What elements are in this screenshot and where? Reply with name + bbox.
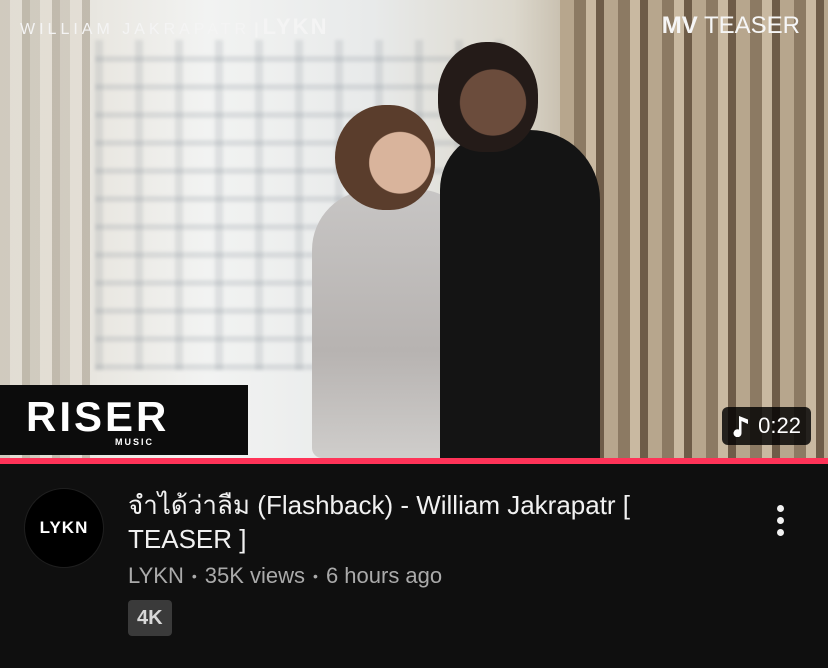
thumbnail-artist-name: WILLIAM JAKRAPATR	[20, 21, 251, 38]
video-thumbnail[interactable]: WILLIAM JAKRAPATR | LYKN MV TEASER RISER M…	[0, 0, 828, 458]
thumbnail-label-logo: RISER MUSIC	[0, 385, 248, 455]
upload-age: 6 hours ago	[325, 563, 443, 588]
view-count: 35K views	[204, 563, 306, 588]
kebab-dot-icon	[776, 516, 784, 524]
channel-avatar-logo: LYKN	[39, 518, 89, 537]
metadata-separator: •	[191, 568, 197, 584]
channel-name[interactable]: LYKN	[128, 563, 184, 589]
thumbnail-figure-man	[440, 130, 600, 458]
channel-avatar[interactable]: LYKN	[24, 488, 104, 568]
thumbnail-figure-woman-head	[335, 105, 435, 210]
duration-text: 0:22	[758, 413, 801, 438]
thumbnail-mv-label: MV	[661, 12, 698, 39]
thumbnail-artist-caption: WILLIAM JAKRAPATR | LYKN	[20, 14, 328, 40]
metadata-separator: •	[313, 568, 318, 584]
thumbnail-mv-teaser-label: MV TEASER	[662, 12, 800, 40]
thumbnail-separator: |	[254, 21, 259, 38]
duration-badge: 0:22	[722, 407, 811, 445]
label-logo-sub: MUSIC	[115, 437, 154, 447]
kebab-dot-icon	[776, 528, 784, 536]
thumbnail-curtain-right	[560, 0, 828, 458]
thumbnail-brand-logo: LYKN	[262, 14, 329, 39]
watch-progress-bar	[0, 458, 828, 464]
music-note-icon	[733, 416, 749, 437]
label-logo-name: RISER	[26, 393, 170, 440]
quality-badge-text: 4K	[137, 606, 163, 629]
thumbnail-figure-man-head	[438, 42, 538, 152]
more-options-button[interactable]	[765, 500, 795, 540]
video-metadata: LYKN • 35K views • 6 hours ago	[128, 563, 442, 589]
thumbnail-teaser-label: TEASER	[697, 12, 800, 39]
kebab-dot-icon	[776, 504, 784, 512]
quality-badge: 4K	[128, 600, 172, 636]
video-title[interactable]: จำได้ว่าลืม (Flashback) - William Jakrap…	[128, 488, 688, 556]
